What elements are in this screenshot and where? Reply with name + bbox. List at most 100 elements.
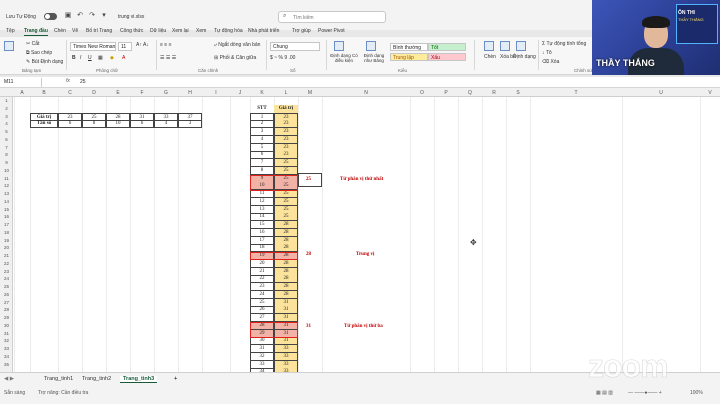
row-header-31[interactable]: 31	[0, 331, 13, 336]
row-header-6[interactable]: 6	[0, 137, 13, 142]
number-format-select[interactable]: Chung	[270, 42, 320, 51]
formula-input[interactable]: 25	[80, 79, 86, 85]
row-header-14[interactable]: 14	[0, 199, 13, 204]
column-header-O[interactable]: O	[410, 90, 434, 96]
format-cells-icon[interactable]	[516, 41, 526, 51]
insert-cells-button[interactable]: Chèn	[484, 54, 496, 60]
autosave-toggle[interactable]	[44, 13, 57, 20]
paste-icon[interactable]	[4, 41, 14, 51]
column-header-B[interactable]: B	[30, 90, 58, 96]
row-header-27[interactable]: 27	[0, 300, 13, 305]
row-header-34[interactable]: 34	[0, 354, 13, 359]
grow-font-button[interactable]: A↑ A↓	[136, 42, 149, 48]
column-header-A[interactable]: A	[14, 90, 30, 96]
menu-tab-7[interactable]: Xem lại	[172, 28, 189, 34]
row-header-21[interactable]: 21	[0, 253, 13, 258]
row-header-28[interactable]: 28	[0, 307, 13, 312]
save-icon[interactable]: ▣	[64, 12, 72, 20]
format-painter-button[interactable]: ✎ Bút Định dạng	[26, 59, 63, 65]
row-header-4[interactable]: 4	[0, 121, 13, 126]
menu-tab-9[interactable]: Tự động hóa	[214, 28, 243, 34]
row-header-13[interactable]: 13	[0, 191, 13, 196]
freq-table-cell[interactable]: 6	[58, 120, 82, 129]
row-header-32[interactable]: 32	[0, 338, 13, 343]
column-header-I[interactable]: I	[202, 90, 230, 96]
freq-table-cell[interactable]: 3	[178, 120, 202, 129]
row-header-20[interactable]: 20	[0, 245, 13, 250]
freq-table-cell[interactable]: 8	[82, 120, 106, 129]
row-header-18[interactable]: 18	[0, 230, 13, 235]
row-header-11[interactable]: 11	[0, 176, 13, 181]
row-header-3[interactable]: 3	[0, 114, 13, 119]
format-cells-button[interactable]: Định dạng	[513, 54, 536, 60]
style-bad[interactable]: Xấu	[428, 53, 466, 61]
row-header-2[interactable]: 2	[0, 106, 13, 111]
menu-tab-11[interactable]: Trợ giúp	[292, 28, 311, 34]
freq-table-cell[interactable]: 10	[106, 120, 130, 129]
menu-tab-12[interactable]: Power Pivot	[318, 28, 345, 34]
row-header-7[interactable]: 7	[0, 145, 13, 150]
menu-tab-6[interactable]: Dữ liệu	[150, 28, 166, 34]
row-header-10[interactable]: 10	[0, 168, 13, 173]
font-name-select[interactable]: Times New Roman	[70, 42, 116, 51]
wrap-text-button[interactable]: ⤶ Ngắt dòng văn bản	[214, 42, 260, 48]
align-top-icon[interactable]: ≡ ≡ ≡	[160, 42, 172, 48]
row-header-8[interactable]: 8	[0, 152, 13, 157]
column-header-H[interactable]: H	[178, 90, 202, 96]
menu-tab-8[interactable]: Xem	[196, 28, 206, 34]
clear-button[interactable]: ⌫ Xóa	[542, 59, 559, 65]
freq-table-cell[interactable]: 6	[130, 120, 154, 129]
accessibility-status[interactable]: Trợ năng: Cần điều tra	[38, 390, 88, 396]
fx-icon[interactable]: fx	[66, 78, 70, 84]
zoom-slider[interactable]: — ——●—— +	[628, 390, 662, 396]
column-header-K[interactable]: K	[250, 90, 274, 96]
underline-button[interactable]: U	[88, 55, 92, 61]
column-header-L[interactable]: L	[274, 90, 298, 96]
currency-icon[interactable]: $ ~ % 9 .00	[270, 55, 295, 61]
column-header-R[interactable]: R	[482, 90, 506, 96]
column-header-E[interactable]: E	[106, 90, 130, 96]
row-header-17[interactable]: 17	[0, 222, 13, 227]
row-header-1[interactable]: 1	[0, 98, 13, 103]
freq-table-cell[interactable]: 4	[154, 120, 178, 129]
cut-button[interactable]: ✂ Cắt	[26, 41, 39, 47]
style-neutral[interactable]: Trung lập	[390, 53, 428, 61]
row-header-26[interactable]: 26	[0, 292, 13, 297]
copy-button[interactable]: ⧉ Sao chép	[26, 50, 52, 56]
menu-tab-0[interactable]: Tệp	[6, 28, 15, 34]
borders-icon[interactable]: ▦	[98, 55, 103, 61]
row-header-30[interactable]: 30	[0, 323, 13, 328]
insert-cells-icon[interactable]	[484, 41, 494, 51]
format-as-table-icon[interactable]	[366, 41, 376, 51]
row-header-19[interactable]: 19	[0, 238, 13, 243]
format-as-table-button[interactable]: Định dạng như Bảng	[362, 53, 386, 63]
redo-icon[interactable]: ↷	[88, 12, 96, 20]
row-header-24[interactable]: 24	[0, 276, 13, 281]
column-header-T[interactable]: T	[530, 90, 622, 96]
row-header-15[interactable]: 15	[0, 207, 13, 212]
column-header-F[interactable]: F	[130, 90, 154, 96]
view-mode-icons[interactable]: ▦ ▤ ▥	[596, 390, 613, 396]
search-input[interactable]: ⌕ Tìm kiếm	[278, 11, 386, 23]
bold-button[interactable]: B	[72, 55, 76, 61]
prev-sheet-icon[interactable]: ◀ ▶	[4, 376, 14, 382]
menu-tab-5[interactable]: Công thức	[120, 28, 143, 34]
add-sheet-button[interactable]: +	[174, 376, 177, 382]
column-header-C[interactable]: C	[58, 90, 82, 96]
italic-button[interactable]: I	[80, 55, 81, 61]
sheet-tab-2[interactable]: Trang_tinh2	[82, 376, 111, 382]
menu-tab-1[interactable]: Trang đầu	[24, 28, 48, 36]
sheet-tab-1[interactable]: Trang_tinh1	[44, 376, 73, 382]
style-normal[interactable]: Bình thường	[390, 43, 428, 51]
menu-tab-10[interactable]: Nhà phát triển	[248, 28, 279, 34]
menu-tab-3[interactable]: Vẽ	[72, 28, 78, 34]
fill-button[interactable]: ↓ Tô	[542, 50, 552, 56]
row-header-12[interactable]: 12	[0, 183, 13, 188]
menu-tab-4[interactable]: Bố trí Trang	[86, 28, 112, 34]
align-left-icon[interactable]: ☰ ☰ ☰	[160, 55, 176, 61]
row-header-29[interactable]: 29	[0, 315, 13, 320]
conditional-format-button[interactable]: Định dạng Có điều kiện	[330, 53, 358, 63]
merge-center-button[interactable]: ⊞ Phối & Căn giữa	[214, 55, 256, 61]
column-header-D[interactable]: D	[82, 90, 106, 96]
column-header-S[interactable]: S	[506, 90, 530, 96]
